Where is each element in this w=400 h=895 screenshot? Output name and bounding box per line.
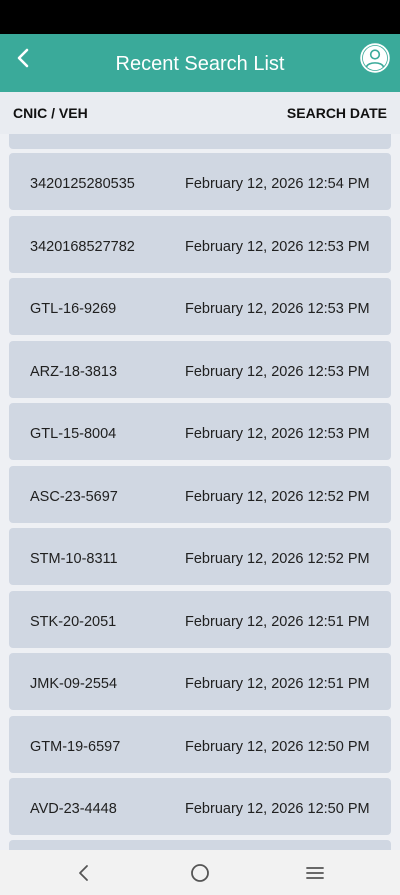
user-circle-icon — [360, 43, 390, 73]
list-item[interactable]: JMK-09-2554 February 12, 2026 12:51 PM — [9, 653, 391, 710]
list-item-id: 3420125280535 — [30, 176, 135, 192]
list-item-date: February 12, 2026 12:50 PM — [185, 801, 370, 817]
list-item-id: STM-10-8311 — [30, 551, 118, 567]
column-header: CNIC / VEH SEARCH DATE — [0, 92, 400, 134]
list-item-date: February 12, 2026 12:54 PM — [185, 176, 370, 192]
list-item[interactable]: ARZ-18-3813 February 12, 2026 12:53 PM — [9, 340, 391, 398]
list-item-date: February 12, 2026 12:53 PM — [185, 238, 370, 255]
list-item-partial[interactable] — [9, 840, 391, 850]
list-item[interactable]: 3420168527782 February 12, 2026 12:53 PM — [9, 215, 391, 273]
list-item-id: STK-20-2051 — [30, 613, 117, 630]
list-item-date: February 12, 2026 12:53 PM — [185, 363, 370, 380]
list-item-date: February 12, 2026 12:51 PM — [185, 613, 370, 630]
list-item[interactable]: GTL-15-8004 February 12, 2026 12:53 PM — [9, 403, 391, 460]
nav-back-icon — [79, 865, 88, 881]
list-item-id: ASC-23-5697 — [30, 488, 118, 505]
list-item-date: February 12, 2026 12:52 PM — [185, 551, 370, 567]
list-item-id: JMK-09-2554 — [30, 676, 118, 692]
nav-home-icon — [191, 864, 209, 882]
list-item[interactable]: STM-10-8311 February 12, 2026 12:52 PM — [9, 528, 391, 585]
nav-home-button[interactable] — [184, 857, 216, 889]
list-item-id: 3420168527782 — [30, 238, 135, 255]
list-item-id: GTL-16-9269 — [30, 301, 117, 317]
search-history-list[interactable]: 3420125280535 February 12, 2026 12:54 PM… — [0, 134, 400, 850]
list-item-id: GTL-15-8004 — [30, 426, 117, 442]
nav-menu-icon — [306, 867, 324, 879]
profile-button[interactable] — [359, 42, 391, 74]
list-item-id: GTM-19-6597 — [30, 738, 121, 755]
list-item-date: February 12, 2026 12:51 PM — [185, 676, 370, 692]
list-item[interactable]: GTL-16-9269 February 12, 2026 12:53 PM — [9, 278, 391, 335]
system-nav-bar — [0, 850, 400, 895]
list-item-partial[interactable] — [9, 134, 391, 149]
list-item[interactable]: GTM-19-6597 February 12, 2026 12:50 PM — [9, 715, 391, 773]
status-bar — [0, 0, 400, 34]
list-item-id: AVD-23-4448 — [30, 801, 117, 817]
nav-menu-button[interactable] — [299, 857, 331, 889]
list-item[interactable]: STK-20-2051 February 12, 2026 12:51 PM — [9, 590, 391, 648]
app-bar: Recent Search List — [0, 34, 400, 92]
list-item-date: February 12, 2026 12:53 PM — [185, 301, 370, 317]
list-item-date: February 12, 2026 12:52 PM — [185, 488, 370, 505]
list-item-id: ARZ-18-3813 — [30, 363, 118, 380]
list-item[interactable]: 3420125280535 February 12, 2026 12:54 PM — [9, 153, 391, 210]
page-title: Recent Search List — [115, 53, 285, 75]
column-header-cnic-veh: CNIC / VEH — [13, 105, 88, 121]
list-item-date: February 12, 2026 12:53 PM — [185, 426, 370, 442]
list-item[interactable]: ASC-23-5697 February 12, 2026 12:52 PM — [9, 465, 391, 523]
nav-back-button[interactable] — [68, 857, 100, 889]
list-item[interactable]: AVD-23-4448 February 12, 2026 12:50 PM — [9, 778, 391, 835]
column-header-search-date: SEARCH DATE — [286, 105, 387, 121]
list-item-date: February 12, 2026 12:50 PM — [185, 738, 370, 755]
